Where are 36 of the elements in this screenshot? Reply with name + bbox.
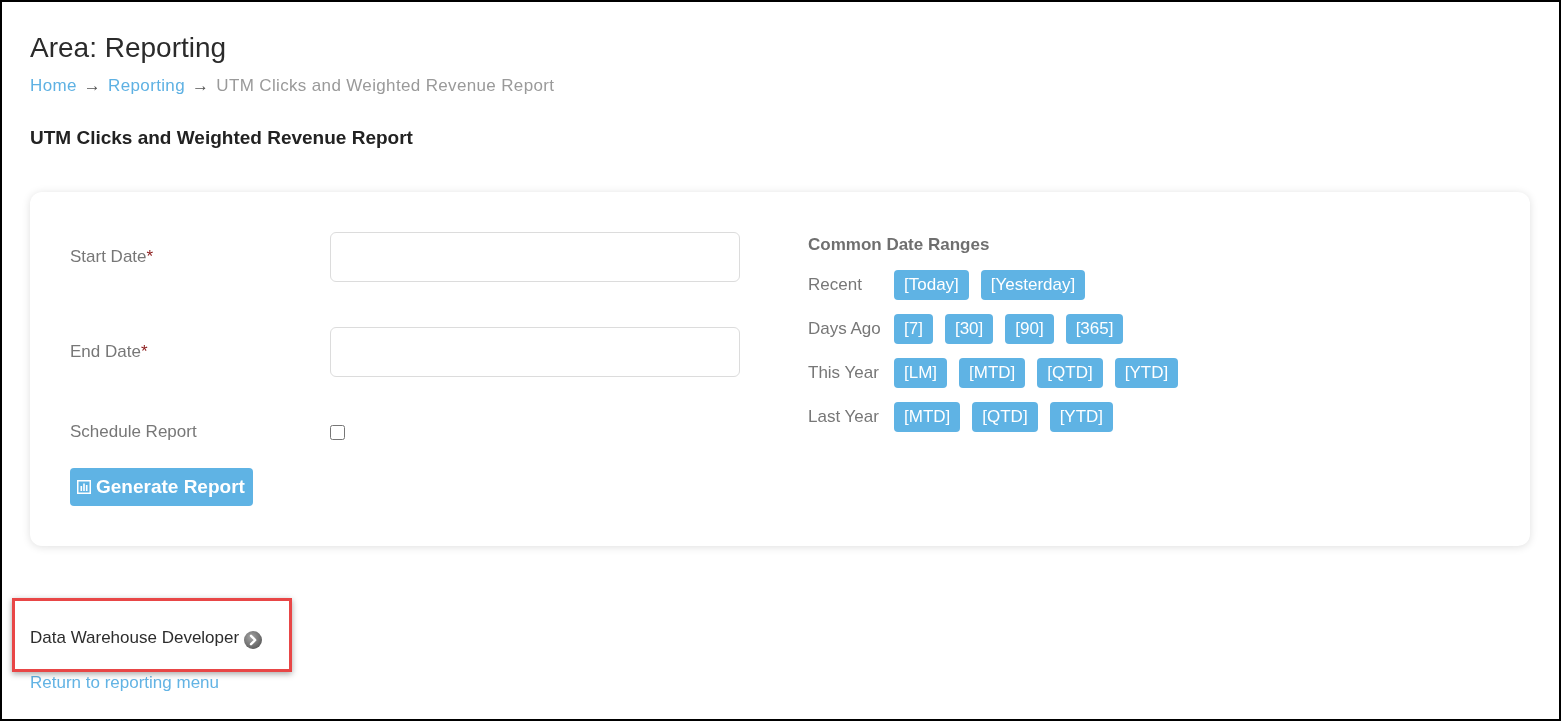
role-label: Data Warehouse Developer: [30, 627, 240, 649]
date-range-button[interactable]: [MTD]: [894, 402, 961, 432]
date-range-button[interactable]: [YTD]: [1114, 358, 1179, 388]
range-group-label: This Year: [808, 363, 879, 382]
date-range-button[interactable]: [30]: [944, 314, 994, 344]
date-input-field[interactable]: [330, 327, 740, 377]
date-range-button[interactable]: [365]: [1065, 314, 1124, 344]
range-group-label: Last Year: [808, 407, 879, 426]
field-label: Start Date*: [70, 247, 154, 266]
breadcrumb-separator: →: [192, 75, 210, 97]
date-range-button[interactable]: [Today]: [894, 270, 969, 300]
date-input-field[interactable]: [330, 232, 740, 282]
breadcrumb-current: UTM Clicks and Weighted Revenue Report: [216, 75, 555, 97]
bar-chart-icon: [77, 480, 91, 494]
date-range-button[interactable]: [90]: [1005, 314, 1054, 344]
chevron-circle-icon[interactable]: [244, 630, 263, 649]
range-group-label: Days Ago: [808, 319, 881, 338]
date-range-button[interactable]: [QTD]: [972, 402, 1038, 432]
area-title: Area: Reporting: [30, 31, 227, 65]
breadcrumb-separator: →: [83, 75, 102, 97]
date-range-button[interactable]: [QTD]: [1037, 358, 1103, 388]
date-range-button[interactable]: [LM]: [894, 358, 948, 388]
breadcrumb-link[interactable]: Home: [30, 75, 77, 97]
range-group-label: Recent: [808, 275, 862, 294]
field-label: Schedule Report: [70, 422, 197, 441]
date-range-button[interactable]: [YTD]: [1049, 402, 1114, 432]
date-range-button[interactable]: [7]: [894, 314, 933, 344]
return-link[interactable]: Return to reporting menu: [30, 673, 219, 692]
schedule-checkbox[interactable]: [330, 424, 345, 440]
date-range-button[interactable]: [Yesterday]: [980, 270, 1086, 300]
report-heading: UTM Clicks and Weighted Revenue Report: [30, 126, 413, 150]
field-label: End Date*: [70, 342, 148, 361]
date-range-button[interactable]: [MTD]: [959, 358, 1026, 388]
date-ranges-title: Common Date Ranges: [808, 234, 990, 256]
breadcrumb-link[interactable]: Reporting: [108, 75, 185, 97]
generate-report-button[interactable]: Generate Report: [70, 468, 253, 506]
